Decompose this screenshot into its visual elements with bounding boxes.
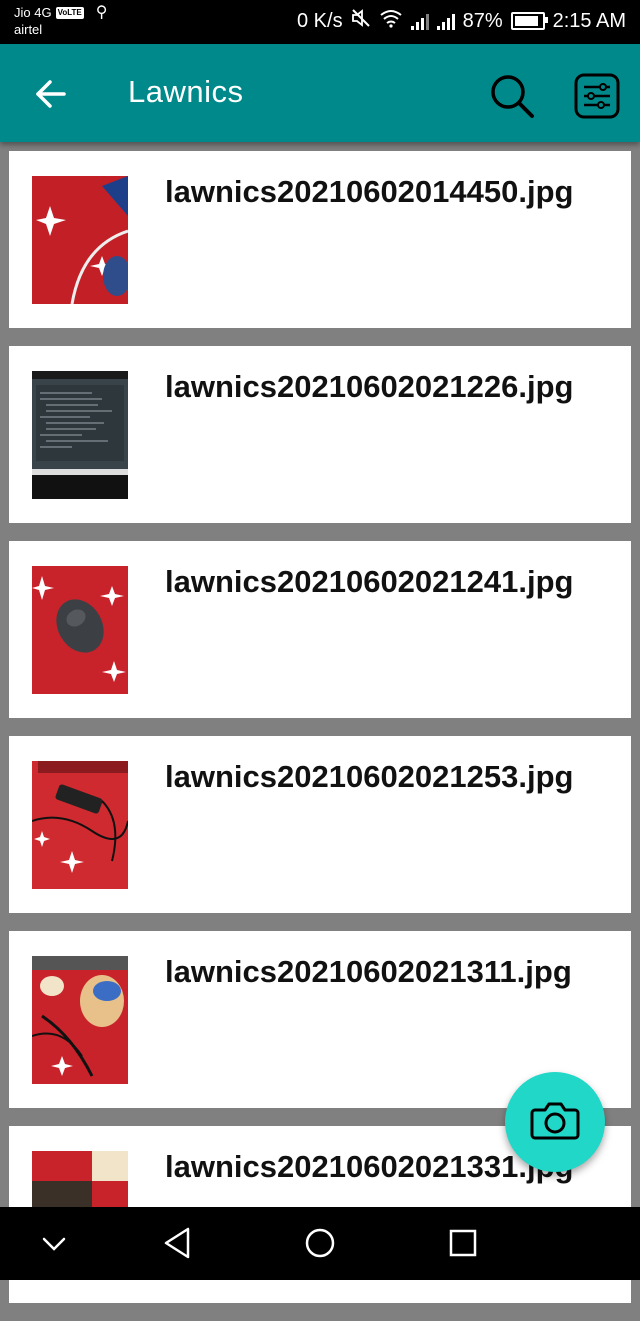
- carrier-secondary: airtel: [14, 22, 43, 37]
- volte-badge: VoLTE: [55, 6, 84, 19]
- usb-icon: ⚲: [95, 4, 108, 21]
- home-circle-icon[interactable]: [303, 1225, 337, 1266]
- thumbnail-phone-on-red-blanket: [32, 761, 128, 889]
- camera-fab-button[interactable]: [505, 1072, 605, 1172]
- thumbnail-cartoon-blanket-cable: [32, 956, 128, 1084]
- chevron-down-icon[interactable]: [40, 1225, 68, 1266]
- file-name: lawnics20210602021253.jpg: [165, 759, 574, 794]
- thumbnail-red-blanket-cable: [32, 176, 128, 304]
- list-item[interactable]: lawnics20210602021241.jpg: [9, 541, 631, 718]
- mute-icon: [351, 8, 371, 34]
- page-title: Lawnics: [128, 74, 244, 109]
- search-icon[interactable]: [488, 72, 536, 120]
- file-name: lawnics20210602021226.jpg: [165, 369, 574, 404]
- list-item[interactable]: lawnics20210602014450.jpg: [9, 151, 631, 328]
- clock: 2:15 AM: [552, 9, 626, 32]
- carrier-primary: Jio 4G: [14, 5, 52, 20]
- list-item[interactable]: lawnics20210602021226.jpg: [9, 346, 631, 523]
- battery-percent: 87%: [462, 9, 503, 32]
- thumbnail-mouse-on-red-blanket: [32, 566, 128, 694]
- filter-icon[interactable]: [573, 72, 621, 120]
- file-name: lawnics20210602021311.jpg: [165, 954, 572, 989]
- list-item[interactable]: lawnics20210602021253.jpg: [9, 736, 631, 913]
- camera-icon: [530, 1102, 580, 1140]
- network-speed: 0 K/s: [297, 9, 343, 32]
- system-nav-bar: [0, 1207, 640, 1280]
- file-name: lawnics20210602021241.jpg: [165, 564, 574, 599]
- recents-square-icon[interactable]: [448, 1225, 478, 1266]
- wifi-icon: [379, 8, 403, 34]
- back-triangle-icon[interactable]: [162, 1225, 194, 1266]
- status-icons: 0 K/s 87% 2:15 AM: [297, 8, 626, 34]
- status-bar: Jio 4G VoLTE ⚲ airtel 0 K/s 87% 2:15 AM: [0, 0, 640, 44]
- thumbnail-laptop-screen: [32, 371, 128, 499]
- carrier-info: Jio 4G VoLTE ⚲ airtel: [14, 4, 107, 38]
- battery-icon: [510, 12, 548, 30]
- arrow-left-icon[interactable]: [28, 74, 72, 114]
- app-bar: Lawnics: [0, 44, 640, 142]
- file-name: lawnics20210602014450.jpg: [165, 174, 574, 209]
- signal-icon-1: [410, 12, 429, 30]
- signal-icon-2: [436, 12, 455, 30]
